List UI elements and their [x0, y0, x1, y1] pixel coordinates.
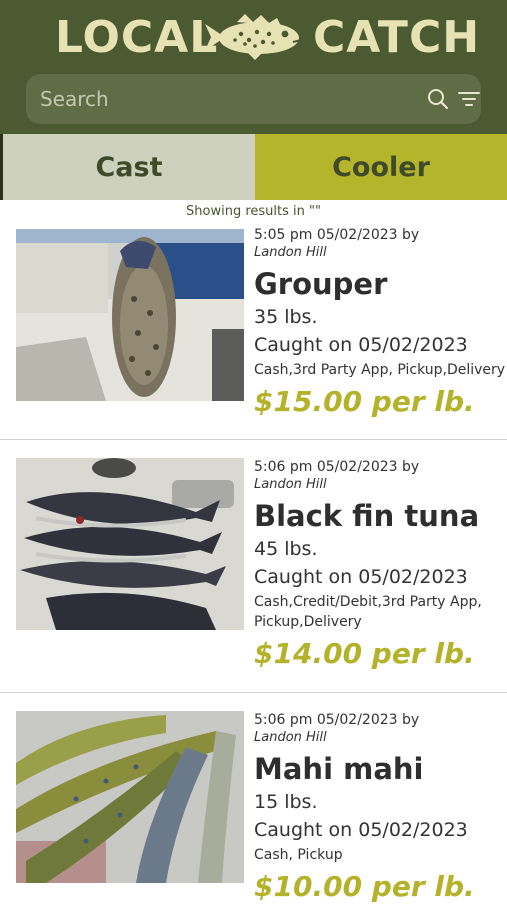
tab-bar: Cast Cooler: [0, 134, 507, 200]
tab-cooler[interactable]: Cooler: [255, 134, 507, 200]
listing-photo[interactable]: [16, 458, 244, 630]
search-bar[interactable]: [26, 74, 481, 124]
listing-seller[interactable]: Landon Hill: [254, 244, 507, 262]
listing-price: $14.00 per lb.: [254, 637, 475, 670]
tuna-photo: [16, 458, 244, 630]
listing-price: $15.00 per lb.: [254, 385, 475, 418]
listing-payment-options: Cash, Pickup: [254, 847, 343, 863]
mahi-mahi-photo: [16, 711, 244, 883]
app-header: LOCAL CATCH: [0, 0, 507, 134]
listing-seller[interactable]: Landon Hill: [254, 729, 507, 747]
fish-logo-icon: [205, 14, 302, 60]
grouper-photo: [16, 229, 244, 401]
listing-caught-date: Caught on 05/02/2023: [254, 566, 468, 588]
listing-title: Black fin tuna: [254, 499, 480, 533]
listing-title: Grouper: [254, 267, 388, 301]
listing-title: Mahi mahi: [254, 752, 424, 786]
logo-word-right: CATCH: [313, 12, 481, 63]
listing-weight: 15 lbs.: [254, 791, 318, 813]
listing-price: $10.00 per lb.: [254, 870, 475, 903]
listing-photo[interactable]: [16, 711, 244, 883]
search-icon[interactable]: [426, 87, 450, 111]
app-logo: LOCAL CATCH: [0, 8, 507, 68]
listing-posted-time: 5:06 pm 05/02/2023 by: [254, 459, 420, 475]
listing-payment-options: Cash,3rd Party App, Pickup,Delivery: [254, 362, 506, 378]
filter-icon[interactable]: [457, 88, 481, 110]
listing-caught-date: Caught on 05/02/2023: [254, 819, 468, 841]
divider: [0, 692, 507, 693]
results-note: Showing results in "": [186, 204, 321, 219]
listing-info: 5:06 pm 05/02/2023 by Landon Hill Mahi m…: [254, 711, 507, 909]
listing-caught-date: Caught on 05/02/2023: [254, 334, 468, 356]
listing-posted-time: 5:06 pm 05/02/2023 by: [254, 712, 420, 728]
listing-weight: 35 lbs.: [254, 306, 318, 328]
divider: [0, 439, 507, 440]
logo-word-left: LOCAL: [55, 12, 219, 63]
listing-info: 5:06 pm 05/02/2023 by Landon Hill Black …: [254, 458, 507, 676]
listing-payment-options: Cash,Credit/Debit,3rd Party App, Pickup,…: [254, 594, 482, 630]
tab-cast[interactable]: Cast: [0, 134, 255, 200]
listing-photo[interactable]: [16, 229, 244, 401]
listing-weight: 45 lbs.: [254, 538, 318, 560]
search-input[interactable]: [40, 82, 380, 116]
listing-info: 5:05 pm 05/02/2023 by Landon Hill Groupe…: [254, 226, 507, 424]
listing-posted-time: 5:05 pm 05/02/2023 by: [254, 227, 420, 243]
listing-seller[interactable]: Landon Hill: [254, 476, 507, 494]
